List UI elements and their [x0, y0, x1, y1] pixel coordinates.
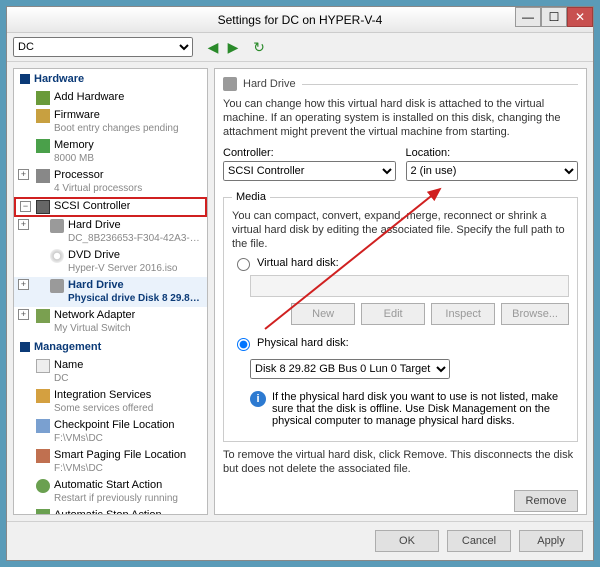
tree-scsi-controller[interactable]: − SCSI Controller	[14, 197, 207, 217]
controller-select[interactable]: SCSI Controller	[223, 161, 396, 181]
minimize-button[interactable]: —	[515, 7, 541, 27]
settings-window: Settings for DC on HYPER-V-4 — ☐ ✕ DC ◀ …	[6, 6, 594, 561]
titlebar: Settings for DC on HYPER-V-4 — ☐ ✕	[7, 7, 593, 33]
stop-action-icon	[36, 509, 50, 515]
processor-icon	[36, 169, 50, 183]
add-hardware-icon	[36, 91, 50, 105]
tree-smart-paging[interactable]: Smart Paging File LocationF:\VMs\DC	[14, 447, 207, 477]
dvd-icon	[50, 249, 64, 263]
ok-button[interactable]: OK	[375, 530, 439, 552]
tree-hard-drive-1[interactable]: + Hard DriveDC_8B236653-F304-42A3-9C5...	[14, 217, 207, 247]
expand-icon[interactable]: +	[18, 279, 29, 290]
location-label: Location:	[406, 147, 579, 159]
new-button: New	[291, 303, 355, 325]
tree-firmware[interactable]: FirmwareBoot entry changes pending	[14, 107, 207, 137]
edit-button: Edit	[361, 303, 425, 325]
expand-icon[interactable]: +	[18, 309, 29, 320]
detail-panel: Hard Drive You can change how this virtu…	[214, 68, 587, 515]
browse-button: Browse...	[501, 303, 569, 325]
close-button[interactable]: ✕	[567, 7, 593, 27]
collapse-icon[interactable]: −	[20, 201, 31, 212]
tree-auto-start[interactable]: Automatic Start ActionRestart if previou…	[14, 477, 207, 507]
physical-disk-info: If the physical hard disk you want to us…	[272, 391, 569, 427]
dialog-footer: OK Cancel Apply	[7, 521, 593, 560]
tree-processor[interactable]: + Processor4 Virtual processors	[14, 167, 207, 197]
checkpoint-icon	[36, 419, 50, 433]
virtual-hard-disk-label: Virtual hard disk:	[257, 257, 339, 269]
media-legend: Media	[232, 191, 270, 203]
tree-add-hardware[interactable]: Add Hardware	[14, 89, 207, 107]
location-select[interactable]: 2 (in use)	[406, 161, 579, 181]
panel-title: Hard Drive	[243, 78, 296, 90]
remove-button[interactable]: Remove	[514, 490, 578, 512]
memory-icon	[36, 139, 50, 153]
tree-auto-stop[interactable]: Automatic Stop ActionSave	[14, 507, 207, 515]
media-description: You can compact, convert, expand, merge,…	[232, 209, 569, 251]
panel-description: You can change how this virtual hard dis…	[223, 97, 578, 139]
firmware-icon	[36, 109, 50, 123]
back-icon[interactable]: ◀	[205, 39, 221, 55]
panel-title-row: Hard Drive	[223, 77, 578, 91]
tree-memory[interactable]: Memory8000 MB	[14, 137, 207, 167]
start-action-icon	[36, 479, 50, 493]
vhd-path-input	[250, 275, 569, 297]
cancel-button[interactable]: Cancel	[447, 530, 511, 552]
expand-icon[interactable]: +	[18, 219, 29, 230]
tree-name[interactable]: NameDC	[14, 357, 207, 387]
tree-checkpoint-location[interactable]: Checkpoint File LocationF:\VMs\DC	[14, 417, 207, 447]
tree-hard-drive-2[interactable]: + Hard DrivePhysical drive Disk 8 29.82.…	[14, 277, 207, 307]
tree-dvd-drive[interactable]: DVD DriveHyper-V Server 2016.iso	[14, 247, 207, 277]
physical-hard-disk-label: Physical hard disk:	[257, 337, 349, 349]
settings-tree[interactable]: Hardware Add Hardware FirmwareBoot entry…	[13, 68, 208, 515]
network-icon	[36, 309, 50, 323]
remove-description: To remove the virtual hard disk, click R…	[223, 448, 578, 476]
refresh-icon[interactable]: ↻	[251, 39, 267, 55]
window-title: Settings for DC on HYPER-V-4	[218, 13, 383, 27]
hard-drive-icon	[50, 279, 64, 293]
maximize-button[interactable]: ☐	[541, 7, 567, 27]
services-icon	[36, 389, 50, 403]
expand-icon[interactable]: +	[18, 169, 29, 180]
paging-icon	[36, 449, 50, 463]
forward-icon[interactable]: ▶	[225, 39, 241, 55]
tree-network-adapter[interactable]: + Network AdapterMy Virtual Switch	[14, 307, 207, 337]
physical-disk-select[interactable]: Disk 8 29.82 GB Bus 0 Lun 0 Target 0	[250, 359, 450, 379]
toolbar: DC ◀ ▶ ↻	[7, 33, 593, 62]
hard-drive-icon	[50, 219, 64, 233]
physical-hard-disk-radio[interactable]	[237, 338, 250, 351]
hard-drive-icon	[223, 77, 237, 91]
apply-button[interactable]: Apply	[519, 530, 583, 552]
management-header: Management	[14, 337, 207, 357]
info-icon: i	[250, 391, 266, 407]
name-icon	[36, 359, 50, 373]
vm-selector[interactable]: DC	[13, 37, 193, 57]
tree-integration-services[interactable]: Integration ServicesSome services offere…	[14, 387, 207, 417]
inspect-button: Inspect	[431, 303, 495, 325]
media-fieldset: Media You can compact, convert, expand, …	[223, 191, 578, 442]
virtual-hard-disk-radio[interactable]	[237, 258, 250, 271]
hardware-header: Hardware	[14, 69, 207, 89]
scsi-icon	[36, 200, 50, 214]
controller-label: Controller:	[223, 147, 396, 159]
